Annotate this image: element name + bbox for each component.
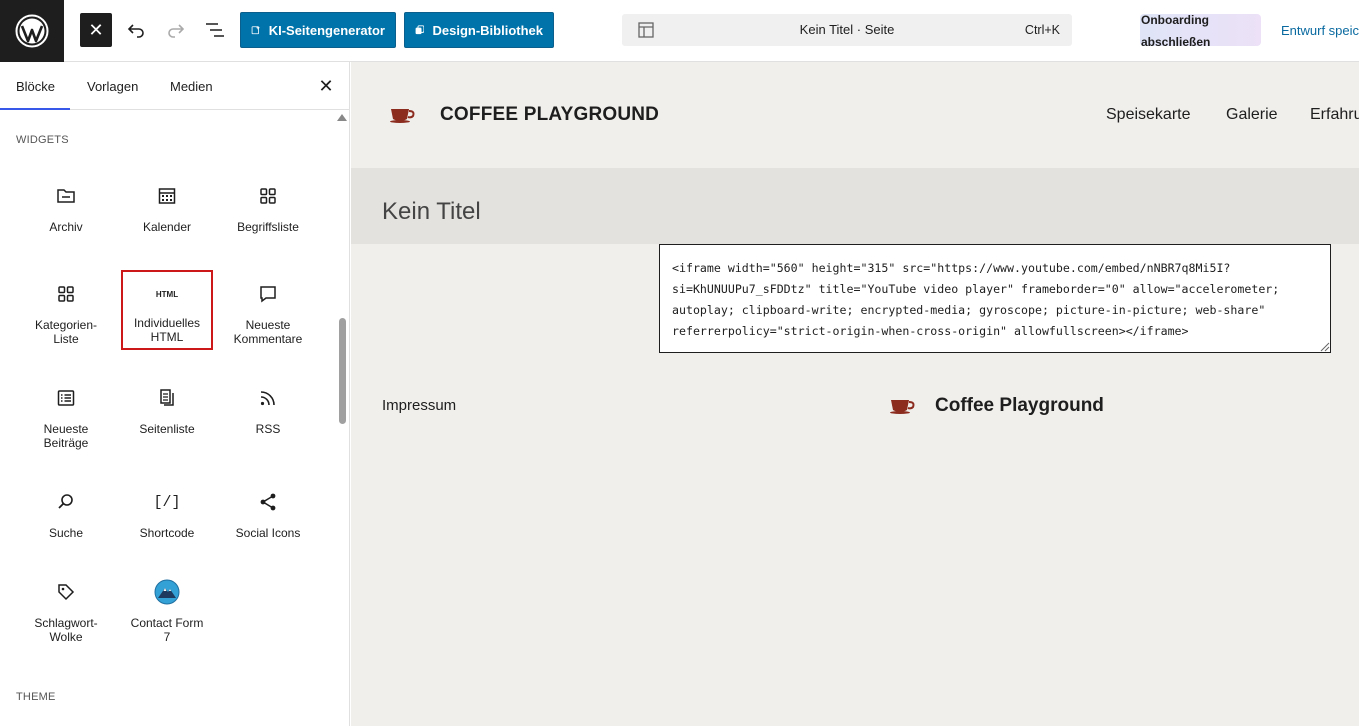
block-item[interactable]: Kategorien- Liste [20, 270, 112, 350]
block-label: Begriffsliste [237, 220, 299, 234]
block-item[interactable]: RSS [222, 374, 314, 454]
nav-item-menu[interactable]: Speisekarte [1106, 106, 1191, 124]
undo-icon [127, 24, 144, 38]
block-label: Schlagwort- Wolke [34, 616, 98, 644]
coffee-cup-icon [889, 397, 917, 420]
command-palette-bar[interactable]: Kein Titel · Seite Ctrl+K [622, 14, 1072, 46]
document-title: Kein Titel · Seite [799, 22, 895, 37]
onboarding-button[interactable]: Onboarding abschließen [1140, 13, 1261, 49]
tag-icon [20, 580, 112, 604]
active-tab-indicator [0, 108, 70, 110]
wordpress-logo-icon [15, 14, 49, 48]
archive-icon [20, 184, 112, 208]
close-inserter-button[interactable]: ✕ [80, 13, 112, 47]
rss-icon [222, 386, 314, 410]
site-header: COFFEE PLAYGROUND Speisekarte Galerie Er… [351, 62, 1359, 168]
block-label: Kalender [142, 220, 192, 234]
editor-canvas: COFFEE PLAYGROUND Speisekarte Galerie Er… [351, 62, 1359, 726]
categories-icon [20, 282, 112, 306]
close-icon: ✕ [88, 19, 104, 40]
nav-item-experience[interactable]: Erfahru [1310, 106, 1359, 124]
close-sidebar-button[interactable]: ✕ [316, 76, 336, 96]
post-list-icon [20, 386, 112, 410]
block-item[interactable]: Suche [20, 478, 112, 558]
block-label: Suche [48, 526, 84, 540]
section-heading-widgets: WIDGETS [16, 134, 69, 146]
tab-media[interactable]: Medien [170, 79, 213, 94]
close-icon: ✕ [318, 75, 334, 96]
contact-form-icon [121, 579, 213, 605]
search-icon [20, 490, 112, 514]
sidebar-scrollbar[interactable] [339, 318, 346, 424]
block-inserter-sidebar: Blöcke Vorlagen Medien ✕ WIDGETS Archiv K… [0, 62, 350, 726]
share-icon [222, 490, 314, 514]
footer-imprint-link[interactable]: Impressum [382, 397, 456, 414]
document-overview-button[interactable] [203, 18, 227, 42]
undo-button[interactable] [124, 18, 148, 42]
block-item[interactable]: Neueste Kommentare [222, 270, 314, 350]
block-item[interactable]: Schlagwort- Wolke [20, 568, 112, 648]
ai-page-generator-label: KI-Seitengenerator [268, 22, 385, 38]
inserter-tabs: Blöcke Vorlagen Medien ✕ [0, 62, 349, 110]
section-heading-theme: THEME [16, 691, 56, 703]
site-title[interactable]: COFFEE PLAYGROUND [440, 104, 659, 126]
tab-blocks[interactable]: Blöcke [16, 79, 55, 94]
html-icon: HTML [155, 289, 179, 299]
comment-icon [222, 282, 314, 306]
block-label: Social Icons [235, 526, 301, 540]
block-label: Neueste Beiträge [43, 422, 89, 450]
redo-icon [168, 24, 185, 38]
block-item[interactable]: Kalender [121, 172, 213, 252]
block-item[interactable]: Contact Form 7 [121, 568, 213, 648]
design-library-label: Design-Bibliothek [432, 22, 543, 38]
scroll-up-arrow[interactable] [337, 114, 347, 121]
page-list-icon [121, 386, 213, 410]
block-item[interactable]: [/] Shortcode [121, 478, 213, 558]
block-label: Shortcode [139, 526, 195, 540]
design-library-icon [415, 25, 425, 35]
coffee-cup-icon [389, 106, 417, 129]
block-label: RSS [255, 422, 281, 436]
block-label: Seitenliste [139, 422, 195, 436]
tab-patterns[interactable]: Vorlagen [87, 79, 138, 94]
command-shortcut: Ctrl+K [1024, 23, 1060, 37]
list-view-icon [206, 23, 224, 37]
nav-item-gallery[interactable]: Galerie [1226, 106, 1278, 124]
block-label: Archiv [49, 220, 83, 234]
ai-page-generator-button[interactable]: KI-Seitengenerator [240, 12, 396, 48]
block-label: Kategorien- Liste [34, 318, 98, 346]
calendar-icon [121, 184, 213, 208]
redo-button[interactable] [164, 18, 188, 42]
block-label: Contact Form 7 [130, 616, 204, 644]
resize-handle-icon[interactable] [1320, 342, 1330, 352]
block-item[interactable]: Archiv [20, 172, 112, 252]
footer-site-title[interactable]: Coffee Playground [935, 395, 1104, 417]
custom-html-block[interactable]: <iframe width="560" height="315" src="ht… [659, 244, 1331, 353]
block-label: Individuelles HTML [133, 316, 201, 344]
page-title[interactable]: Kein Titel [382, 198, 481, 226]
wordpress-logo[interactable] [0, 0, 64, 62]
block-item[interactable]: Social Icons [222, 478, 314, 558]
grid-icon [222, 184, 314, 208]
block-item[interactable]: Neueste Beiträge [20, 374, 112, 454]
ai-sparkle-icon [251, 25, 261, 35]
onboarding-label-line2: abschließen [1141, 35, 1211, 49]
top-toolbar: ✕ KI-Seitengenerator Design-Bibliothek K… [0, 0, 1359, 62]
block-item[interactable]: Begriffsliste [222, 172, 314, 252]
block-label: Neueste Kommentare [233, 318, 303, 346]
block-item[interactable]: Seitenliste [121, 374, 213, 454]
save-draft-button[interactable]: Entwurf speic [1281, 23, 1359, 38]
block-item[interactable]: HTML Individuelles HTML [121, 270, 213, 350]
shortcode-icon: [/] [153, 493, 181, 511]
design-library-button[interactable]: Design-Bibliothek [404, 12, 554, 48]
page-title-band: Kein Titel [351, 168, 1359, 244]
